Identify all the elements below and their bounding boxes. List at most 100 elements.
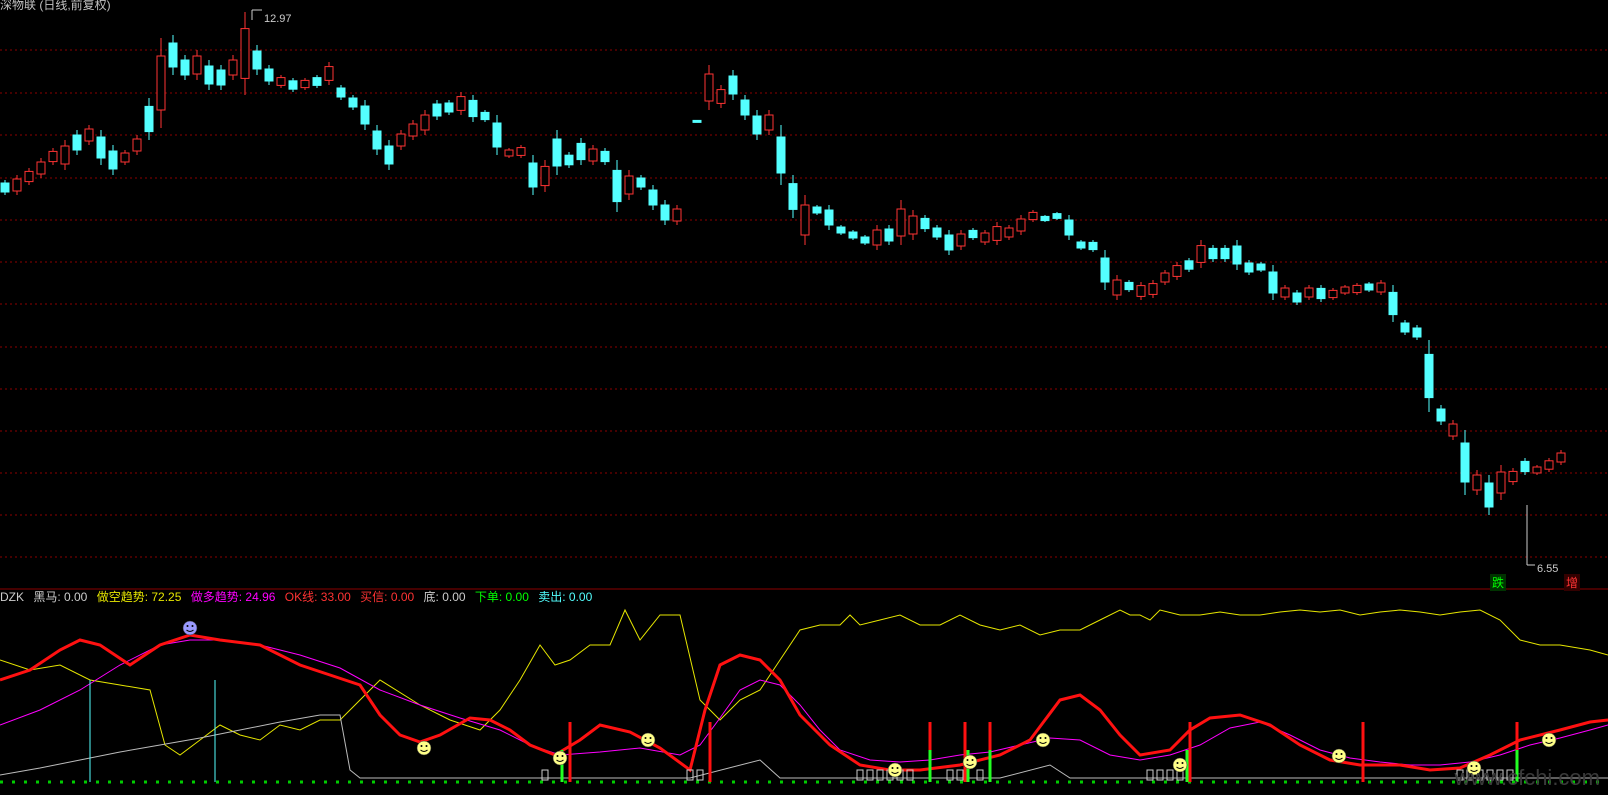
candle	[552, 130, 562, 175]
candle-body	[168, 42, 178, 68]
candle-body	[800, 204, 810, 236]
smiley-eye	[1039, 737, 1042, 739]
candle-body	[1376, 282, 1386, 293]
long-trend-line	[0, 639, 1608, 766]
candle-body	[132, 138, 142, 152]
candle-body	[288, 80, 298, 90]
candle-body	[848, 231, 858, 239]
candle	[96, 130, 106, 165]
candle-body	[444, 102, 454, 113]
ok-line	[0, 633, 1608, 773]
indicator-pane[interactable]	[0, 608, 1608, 784]
candle	[1184, 258, 1194, 272]
candle	[192, 50, 202, 80]
candle	[624, 170, 634, 200]
candle	[24, 168, 34, 185]
stock-chart-canvas[interactable]: 12.97 6.55	[0, 0, 1608, 795]
candle	[372, 125, 382, 155]
candle-body	[588, 148, 598, 162]
candle	[216, 65, 226, 90]
candle-body	[908, 215, 918, 235]
smiley-icon	[887, 762, 903, 778]
candle-body	[516, 147, 526, 156]
candle	[228, 55, 238, 80]
smiley-icon	[962, 754, 978, 770]
candle	[156, 38, 166, 128]
candle-body	[276, 77, 286, 86]
candle-body	[408, 123, 418, 137]
candle-body	[552, 138, 562, 167]
candle-body	[300, 79, 310, 89]
candle	[872, 225, 882, 250]
smiley-eye	[1181, 762, 1184, 764]
candle	[48, 148, 58, 165]
candle	[1016, 215, 1026, 235]
candle-body	[600, 150, 610, 163]
indicator-field: 卖出: 0.00	[534, 590, 593, 604]
candle	[824, 205, 834, 230]
candle-body	[980, 232, 990, 243]
candle-body	[636, 177, 646, 188]
candle	[240, 12, 250, 95]
candle	[1436, 405, 1446, 425]
candle-body	[120, 152, 130, 163]
candle-body	[932, 227, 942, 238]
candle-body	[920, 217, 930, 230]
smiley-eye	[1335, 753, 1338, 755]
candle-body	[992, 226, 1002, 241]
candle-body	[1508, 470, 1518, 483]
candle-body	[12, 178, 22, 192]
candle	[444, 100, 454, 115]
candle	[360, 100, 370, 130]
candle-body	[896, 208, 906, 237]
candle-body	[0, 182, 10, 193]
candle	[456, 92, 466, 115]
candle	[432, 100, 442, 120]
candle-body	[1424, 353, 1434, 399]
candle	[1412, 325, 1422, 340]
candle-body	[1520, 460, 1530, 473]
buy-bar	[1188, 722, 1192, 782]
smiley-face	[1172, 757, 1188, 773]
candle-body	[1232, 245, 1242, 265]
candle	[1136, 282, 1146, 300]
candle-body	[692, 119, 702, 123]
candle	[1100, 250, 1110, 290]
candle-body	[108, 150, 118, 170]
smiley-icon	[1541, 732, 1557, 748]
smiley-face	[962, 754, 978, 770]
candle-body	[492, 122, 502, 148]
candle-body	[1184, 260, 1194, 270]
candle-body	[456, 96, 466, 111]
candle	[920, 215, 930, 232]
candle-body	[1016, 218, 1026, 232]
candle-body	[944, 234, 954, 251]
candle	[1340, 285, 1350, 295]
candle	[1040, 215, 1050, 222]
candle-body	[1100, 257, 1110, 283]
smiley-icon	[552, 750, 568, 766]
candle-body	[860, 236, 870, 244]
indicator-header: DZK 黑马: 0.00 做空趋势: 72.25 做多趋势: 24.96 OK线…	[0, 588, 604, 605]
candle	[1064, 215, 1074, 240]
candle	[1148, 280, 1158, 298]
price-grid	[0, 49, 1608, 558]
candle-body	[372, 130, 382, 150]
candle	[812, 205, 822, 215]
candle-body	[1196, 245, 1206, 263]
indicator-field: OK线: 33.00	[281, 590, 351, 604]
candle	[324, 62, 334, 85]
candle-body	[1448, 423, 1458, 437]
candlestick-series[interactable]	[0, 12, 1566, 515]
smiley-face	[552, 750, 568, 766]
candle-body	[1040, 215, 1050, 222]
candle-body	[432, 103, 442, 117]
candle	[944, 230, 954, 255]
candle-body	[1256, 263, 1266, 271]
candle-body	[540, 165, 550, 187]
smiley-icon	[416, 740, 432, 756]
candle-body	[1220, 247, 1230, 260]
candle	[932, 225, 942, 240]
candle	[300, 78, 310, 90]
candle-body	[648, 189, 658, 206]
